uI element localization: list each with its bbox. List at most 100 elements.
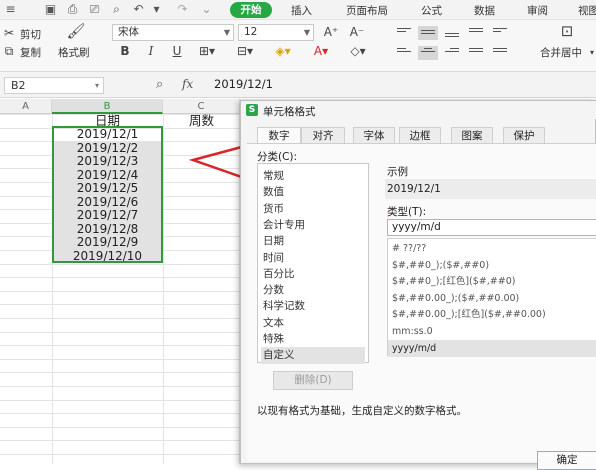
preview-icon[interactable]: ⌕ bbox=[110, 3, 123, 16]
category-item[interactable]: 时间 bbox=[261, 250, 365, 267]
tab-page-layout[interactable]: 页面布局 bbox=[346, 3, 388, 18]
font-name-combo[interactable]: 宋体 ▼ bbox=[112, 24, 234, 41]
copy-label[interactable]: 复制 bbox=[20, 45, 41, 60]
undo-dropdown-icon[interactable]: ▾ bbox=[150, 3, 163, 16]
sample-label: 示例 bbox=[387, 166, 408, 178]
tab-formulas[interactable]: 公式 bbox=[421, 3, 442, 18]
menu-icon[interactable]: ≡ bbox=[4, 3, 17, 16]
ok-button[interactable]: 确定 bbox=[537, 451, 596, 470]
undo-icon[interactable]: ↶ bbox=[132, 3, 145, 16]
category-item[interactable]: 日期 bbox=[261, 233, 365, 250]
format-item[interactable]: $#,##0.00_);[红色]($#,##0.00) bbox=[392, 306, 596, 323]
format-item[interactable]: # ??/?? bbox=[392, 240, 596, 257]
col-header-a[interactable]: A bbox=[0, 99, 52, 114]
clear-format-icon[interactable]: ◇▾ bbox=[346, 44, 370, 58]
save-icon[interactable]: ▣ bbox=[44, 3, 57, 16]
dialog-title-bar[interactable]: S 单元格格式 bbox=[241, 101, 596, 119]
ribbon: ✂ 剪切 ⧉ 复制 🖌 格式刷 宋体 ▼ 12 ▼ A⁺ A⁻ B I U ⊞▾… bbox=[0, 20, 596, 72]
export-icon[interactable]: ⎙ bbox=[66, 3, 79, 16]
category-item[interactable]: 百分比 bbox=[261, 266, 365, 283]
zoom-search-icon[interactable]: ⌕ bbox=[156, 77, 163, 92]
borders-icon[interactable]: ⊞▾ bbox=[196, 44, 218, 58]
align-center-icon[interactable] bbox=[418, 46, 438, 60]
wps-logo-icon: S bbox=[246, 104, 258, 116]
font-size-combo[interactable]: 12 ▼ bbox=[238, 24, 314, 41]
merge-center-label[interactable]: 合并居中 bbox=[540, 45, 582, 60]
category-list[interactable]: 常规 数值 货币 会计专用 日期 时间 百分比 分数 科学记数 文本 特殊 自定义 bbox=[257, 163, 369, 365]
tab-home[interactable]: 开始 bbox=[230, 2, 272, 18]
redo-icon[interactable]: ↷ bbox=[176, 3, 189, 16]
align-top-icon[interactable] bbox=[394, 26, 414, 40]
type-input[interactable]: yyyy/m/d bbox=[387, 219, 596, 236]
tab-number[interactable]: 数字 bbox=[257, 127, 301, 143]
justify-icon[interactable] bbox=[466, 46, 486, 60]
name-box[interactable]: B2 ▾ bbox=[4, 77, 104, 94]
name-box-value: B2 bbox=[11, 79, 26, 92]
dialog-title: 单元格格式 bbox=[263, 106, 316, 118]
orientation-icon[interactable] bbox=[466, 26, 486, 40]
category-item[interactable]: 自定义 bbox=[261, 347, 365, 365]
print-icon[interactable]: ⎚ bbox=[88, 3, 101, 16]
chevron-down-icon: ▼ bbox=[303, 28, 310, 37]
selection-border bbox=[52, 126, 163, 263]
grid-row-line bbox=[0, 454, 240, 455]
font-shrink-button[interactable]: A⁻ bbox=[348, 25, 366, 39]
more-icon[interactable]: ⌄ bbox=[200, 3, 213, 16]
category-label: 分类(C): bbox=[257, 151, 298, 163]
align-left-icon[interactable] bbox=[394, 46, 414, 60]
tab-view[interactable]: 视图 bbox=[578, 3, 596, 18]
format-item[interactable]: $#,##0.00_);($#,##0.00) bbox=[392, 290, 596, 307]
grid-row-line bbox=[0, 318, 240, 319]
tab-review[interactable]: 审阅 bbox=[527, 3, 548, 18]
grid-row-line bbox=[0, 277, 240, 279]
format-item[interactable]: mm:ss.0 bbox=[392, 323, 596, 340]
category-item[interactable]: 分数 bbox=[261, 282, 365, 299]
delete-button[interactable]: 删除(D) bbox=[273, 371, 353, 390]
format-item[interactable]: yyyy/m/d bbox=[388, 339, 596, 357]
col-header-c[interactable]: C bbox=[163, 99, 240, 114]
category-item[interactable]: 数值 bbox=[261, 184, 365, 201]
italic-button[interactable]: I bbox=[144, 44, 158, 58]
underline-button[interactable]: U bbox=[170, 44, 184, 58]
chevron-down-icon: ▼ bbox=[223, 28, 230, 37]
category-item[interactable]: 科学记数 bbox=[261, 298, 365, 315]
align-right-icon[interactable] bbox=[442, 46, 462, 60]
merge-center-icon[interactable]: ⊡ bbox=[552, 24, 582, 39]
tab-data[interactable]: 数据 bbox=[474, 3, 495, 18]
tab-alignment[interactable]: 对齐 bbox=[301, 127, 345, 143]
align-middle-icon[interactable] bbox=[418, 26, 438, 40]
category-item[interactable]: 文本 bbox=[261, 315, 365, 332]
align-bottom-icon[interactable] bbox=[442, 26, 462, 40]
col-header-b[interactable]: B bbox=[52, 99, 163, 114]
tab-border[interactable]: 边框 bbox=[399, 127, 441, 143]
format-painter-icon[interactable]: 🖌 bbox=[64, 24, 88, 39]
fill-color-icon[interactable]: ◈▾ bbox=[270, 44, 296, 58]
copy-icon[interactable]: ⧉ bbox=[2, 44, 16, 58]
tab-font[interactable]: 字体 bbox=[353, 127, 395, 143]
distributed-icon[interactable] bbox=[490, 46, 510, 60]
chevron-down-icon[interactable]: ▾ bbox=[588, 46, 596, 60]
cut-label[interactable]: 剪切 bbox=[20, 27, 41, 42]
category-item[interactable]: 常规 bbox=[261, 168, 365, 185]
format-painter-label[interactable]: 格式刷 bbox=[58, 45, 90, 60]
font-color-icon[interactable]: A▾ bbox=[308, 44, 334, 58]
tab-pattern[interactable]: 图案 bbox=[451, 127, 493, 143]
type-label: 类型(T): bbox=[387, 206, 427, 218]
tab-protection[interactable]: 保护 bbox=[503, 127, 545, 143]
font-size-value: 12 bbox=[244, 26, 258, 38]
font-grow-button[interactable]: A⁺ bbox=[322, 25, 340, 39]
wrap-text-icon[interactable] bbox=[490, 26, 510, 40]
cell-style-icon[interactable]: ⊟▾ bbox=[234, 44, 256, 58]
tab-insert[interactable]: 插入 bbox=[291, 3, 312, 18]
fx-icon[interactable]: fx bbox=[182, 77, 193, 91]
bold-button[interactable]: B bbox=[118, 44, 132, 58]
formula-input[interactable]: 2019/12/1 bbox=[208, 77, 596, 94]
format-description: 以现有格式为基础，生成自定义的数字格式。 bbox=[257, 405, 467, 417]
format-item[interactable]: $#,##0_);($#,##0) bbox=[392, 257, 596, 274]
format-type-list[interactable]: # ??/?? $#,##0_);($#,##0) $#,##0_);[红色]($#… bbox=[387, 238, 596, 357]
category-item[interactable]: 特殊 bbox=[261, 331, 365, 348]
category-item[interactable]: 会计专用 bbox=[261, 217, 365, 234]
cut-icon[interactable]: ✂ bbox=[2, 26, 16, 40]
category-item[interactable]: 货币 bbox=[261, 201, 365, 218]
format-item[interactable]: $#,##0_);[红色]($#,##0) bbox=[392, 273, 596, 290]
